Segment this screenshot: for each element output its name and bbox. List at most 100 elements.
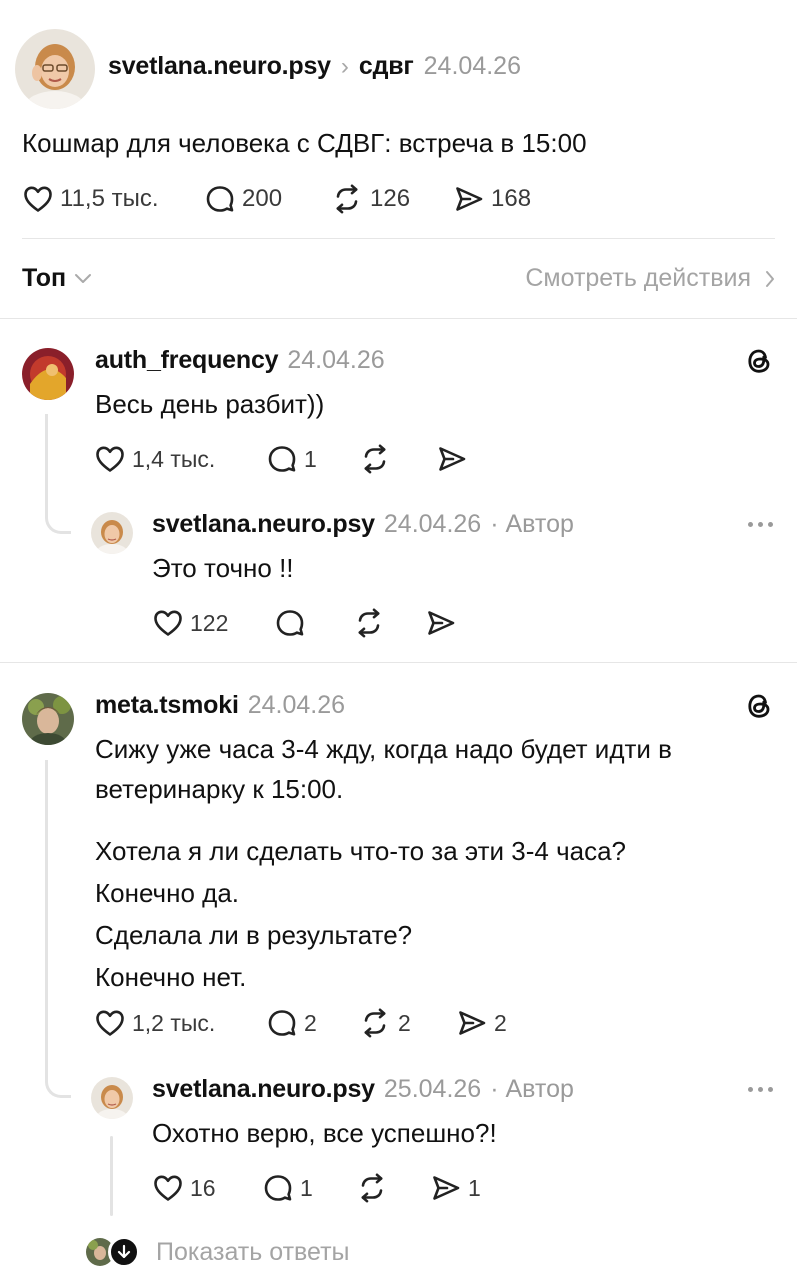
comment-text-line: Сделала ли в результате?	[95, 920, 413, 950]
speech-bubble-icon	[266, 1007, 298, 1039]
reply-like-button[interactable]: 16	[152, 1172, 216, 1204]
view-activity-label: Смотреть действия	[525, 264, 751, 292]
post-author-name[interactable]: svetlana.neuro.psy	[108, 52, 331, 81]
comment-date: 24.04.26	[287, 346, 385, 374]
comment-text-line: ветеринарку к 15:00.	[95, 774, 344, 804]
send-icon	[430, 1172, 462, 1204]
post-divider	[22, 238, 775, 239]
comment-text: Сижу уже часа 3-4 жду, когда надо будет …	[95, 729, 775, 997]
post-header: svetlana.neuro.psy › сдвг 24.04.26	[108, 52, 521, 81]
post-share-button[interactable]: 168	[453, 183, 531, 215]
heart-icon	[94, 1007, 126, 1039]
comment-like-count: 1,4 тыс.	[132, 445, 216, 472]
comment-reply-button[interactable]: 1	[266, 443, 317, 475]
author-badge: · Автор	[490, 1075, 574, 1103]
show-replies-button[interactable]: Показать ответы	[86, 1236, 350, 1268]
send-icon	[436, 443, 468, 475]
comment-author-avatar[interactable]	[22, 693, 74, 745]
comment-author-name[interactable]: meta.tsmoki	[95, 691, 239, 720]
send-icon	[456, 1007, 488, 1039]
breadcrumb-chevron-icon: ›	[340, 53, 349, 80]
comment-header: meta.tsmoki 24.04.26	[95, 691, 345, 720]
reply-author-avatar[interactable]	[91, 1077, 133, 1119]
comment-share-button[interactable]: 2	[456, 1007, 507, 1039]
thread-connector	[45, 760, 71, 1098]
heart-icon	[94, 443, 126, 475]
speech-bubble-icon	[266, 443, 298, 475]
post-comment-button[interactable]: 200	[204, 183, 282, 215]
comment-share-button[interactable]	[436, 443, 468, 475]
post-like-count: 11,5 тыс.	[60, 185, 159, 212]
author-badge: · Автор	[490, 510, 574, 538]
comment-reply-count: 1	[304, 445, 317, 472]
show-replies-label: Показать ответы	[156, 1237, 350, 1266]
reply-repost-button[interactable]	[355, 1172, 389, 1204]
reply-comment-count: 1	[300, 1174, 313, 1201]
comment-repost-button[interactable]: 2	[358, 1007, 411, 1039]
reply-header: svetlana.neuro.psy 25.04.26 · Автор	[152, 1075, 574, 1104]
reply-repost-button[interactable]	[352, 607, 386, 639]
comment-share-count: 2	[494, 1009, 507, 1036]
sort-label: Топ	[22, 264, 67, 292]
comment-like-button[interactable]: 1,2 тыс.	[94, 1007, 215, 1039]
reply-comment-button[interactable]	[274, 607, 306, 639]
reply-date: 24.04.26	[383, 510, 482, 538]
threads-logo-icon[interactable]	[743, 690, 775, 722]
repost-arrows-icon	[352, 607, 386, 639]
chevron-down-icon	[75, 273, 92, 283]
post-author-avatar[interactable]	[15, 29, 95, 109]
post-like-button[interactable]: 11,5 тыс.	[22, 183, 159, 215]
comment-reply-count: 2	[304, 1009, 317, 1036]
heart-icon	[22, 183, 54, 215]
heart-icon	[152, 1172, 184, 1204]
post-comment-count: 200	[242, 185, 283, 212]
reply-comment-button[interactable]: 1	[262, 1172, 313, 1204]
reply-like-button[interactable]: 122	[152, 607, 228, 639]
post-topic[interactable]: сдвг	[359, 52, 414, 81]
repost-arrows-icon	[330, 183, 364, 215]
reply-thread-line	[110, 1136, 113, 1216]
reply-text: Это точно !!	[152, 553, 294, 583]
reply-avatars-stack	[86, 1236, 142, 1268]
more-dots-icon[interactable]	[748, 522, 773, 527]
comment-text-line: Конечно да.	[95, 878, 240, 908]
post-text: Кошмар для человека с СДВГ: встреча в 15…	[22, 128, 587, 158]
chevron-right-icon	[766, 270, 774, 287]
reply-author-avatar[interactable]	[91, 512, 133, 554]
arrow-down-circle-icon	[108, 1236, 140, 1268]
speech-bubble-icon	[274, 607, 306, 639]
comment-like-button[interactable]: 1,4 тыс.	[94, 443, 215, 475]
reply-date: 25.04.26	[383, 1075, 482, 1103]
comment-repost-button[interactable]	[358, 443, 392, 475]
speech-bubble-icon	[204, 183, 236, 215]
comment-text-line: Сижу уже часа 3-4 жду, когда надо будет …	[95, 734, 672, 764]
sort-divider	[0, 318, 797, 319]
reply-author-name[interactable]: svetlana.neuro.psy	[152, 1075, 375, 1104]
sort-dropdown[interactable]: Топ	[22, 264, 92, 293]
post-repost-button[interactable]: 126	[330, 183, 410, 215]
comment-header: auth_frequency 24.04.26	[95, 346, 385, 375]
comment-reply-button[interactable]: 2	[266, 1007, 317, 1039]
speech-bubble-icon	[262, 1172, 294, 1204]
reply-share-button[interactable]: 1	[430, 1172, 481, 1204]
repost-arrows-icon	[358, 1007, 392, 1039]
repost-arrows-icon	[355, 1172, 389, 1204]
reply-share-button[interactable]	[425, 607, 457, 639]
more-dots-icon[interactable]	[748, 1087, 773, 1092]
comment-text-line: Конечно нет.	[95, 962, 247, 992]
post-repost-count: 126	[370, 185, 411, 212]
comment-date: 24.04.26	[247, 691, 346, 719]
post-share-count: 168	[491, 185, 532, 212]
view-activity-link[interactable]: Смотреть действия	[525, 264, 775, 293]
reply-like-count: 122	[190, 609, 229, 636]
reply-share-count: 1	[468, 1174, 481, 1201]
threads-logo-icon[interactable]	[743, 345, 775, 377]
comment-author-name[interactable]: auth_frequency	[95, 346, 279, 375]
comment-author-avatar[interactable]	[22, 348, 74, 400]
comment-text-line: Хотела я ли сделать что-то за эти 3-4 ча…	[95, 836, 626, 866]
reply-author-name[interactable]: svetlana.neuro.psy	[152, 510, 375, 539]
thread-connector	[45, 414, 71, 534]
reply-like-count: 16	[190, 1174, 216, 1201]
comment-divider	[0, 662, 797, 663]
send-icon	[453, 183, 485, 215]
